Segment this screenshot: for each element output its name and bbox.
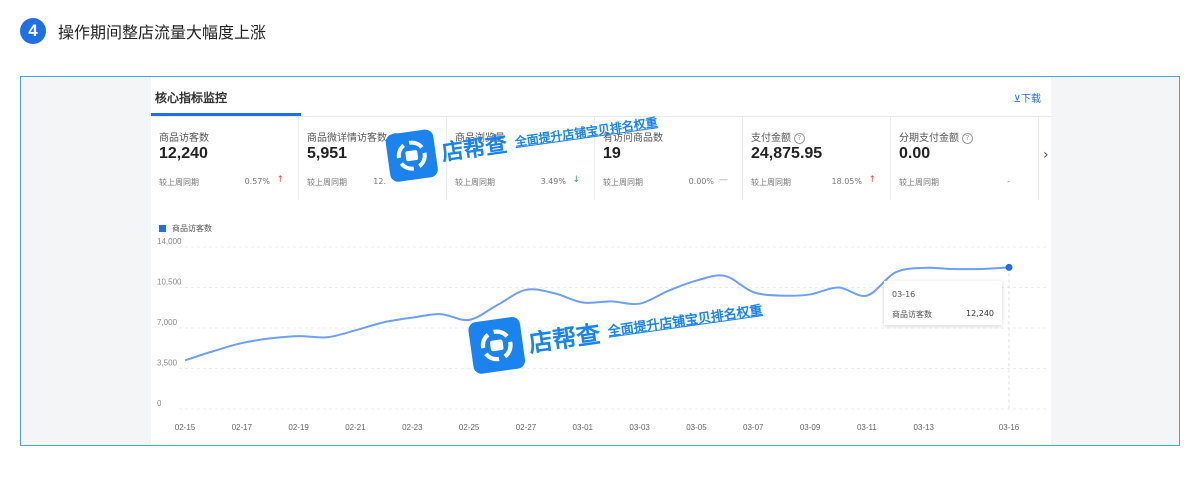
metric-change: 0.57% — [244, 177, 270, 186]
metric-compare-label: 较上周同期 — [603, 178, 643, 187]
y-tick-label: 14,000 — [157, 237, 182, 246]
y-tick-label: 10,500 — [157, 278, 182, 287]
chevron-right-icon[interactable]: › — [1043, 147, 1049, 163]
chart-legend[interactable]: 商品访客数 — [159, 223, 212, 234]
watermark-slogan: 全面提升店铺宝贝排名权重 — [606, 302, 764, 340]
x-tick-label: 02-15 — [175, 423, 196, 432]
trend-up-icon: ↑ — [868, 175, 876, 185]
x-tick-label: 03-03 — [629, 423, 650, 432]
legend-label: 商品访客数 — [172, 224, 212, 233]
help-icon[interactable]: ? — [794, 132, 805, 144]
metric-label: 商品访客数 — [159, 133, 209, 144]
screenshot-frame: 核心指标监控 ⊻下载 商品访客数 12,240 较上周同期 0.57% ↑ 商品… — [20, 76, 1180, 446]
metric-compare-label: 较上周同期 — [159, 178, 199, 187]
logo-emblem-icon — [480, 329, 513, 362]
help-icon[interactable]: ? — [962, 132, 973, 144]
metric-change: 18.05% — [831, 177, 862, 186]
download-button[interactable]: ⊻下载 — [1014, 90, 1041, 105]
y-tick-label: 3,500 — [157, 359, 178, 368]
data-point-highlight[interactable] — [1005, 263, 1013, 271]
step-number-badge: 4 — [20, 18, 46, 44]
metric-value: 12,240 — [159, 145, 208, 162]
metric-value: 24,875.95 — [751, 145, 823, 162]
x-tick-label: 02-17 — [232, 423, 253, 432]
metric-change: 0.00% — [688, 177, 714, 186]
x-tick-label: 02-19 — [288, 423, 309, 432]
watermark-name: 店帮查 — [440, 132, 509, 167]
metric-value: 5,951 — [307, 145, 348, 162]
trend-up-icon: ↑ — [276, 175, 284, 185]
metric-compare-label: 较上周同期 — [307, 178, 347, 187]
chart-tooltip: 03-16 商品访客数 12,240 — [884, 281, 1002, 325]
x-tick-label: 03-05 — [686, 423, 707, 432]
y-tick-label: 0 — [157, 399, 162, 408]
logo-emblem-icon — [396, 140, 427, 171]
metric-change: - — [1007, 177, 1010, 186]
x-tick-label: 02-25 — [459, 423, 480, 432]
tooltip-value: 12,240 — [966, 309, 994, 318]
metric-compare-label: 较上周同期 — [751, 178, 791, 187]
watermark-logo-icon — [384, 128, 439, 183]
x-tick-label: 02-21 — [345, 423, 366, 432]
x-tick-label: 02-27 — [516, 423, 537, 432]
metric-label: 支付金额? — [751, 129, 805, 144]
metric-change: 12. — [373, 177, 386, 186]
panel-title: 核心指标监控 — [155, 91, 228, 105]
x-tick-label: 03-11 — [857, 423, 877, 432]
metric-value: 0.00 — [899, 145, 931, 162]
legend-swatch — [159, 225, 166, 232]
metric-change: 3.49% — [540, 177, 566, 186]
x-tick-label: 03-13 — [914, 423, 935, 432]
step-title: 操作期间整店流量大幅度上涨 — [58, 23, 267, 42]
metric-compare-label: 较上周同期 — [455, 178, 495, 187]
watermark-slogan: 全面提升店铺宝贝排名权重 — [513, 114, 659, 149]
x-tick-label: 03-01 — [573, 423, 594, 432]
tooltip-series-name: 商品访客数 — [892, 310, 932, 319]
x-tick-label: 02-23 — [402, 423, 423, 432]
trend-flat-icon: — — [719, 175, 728, 185]
watermark-logo-icon — [467, 316, 527, 375]
x-tick-label: 03-16 — [999, 423, 1020, 432]
x-tick-label: 03-07 — [743, 423, 764, 432]
metric-label: 分期支付金额? — [899, 129, 973, 144]
watermark-name: 店帮查 — [526, 319, 603, 358]
trend-down-icon: ↓ — [572, 175, 580, 185]
metric-compare-label: 较上周同期 — [899, 178, 939, 187]
metric-card-installment-amount[interactable]: 分期支付金额? 0.00 较上周同期 - — [891, 117, 1039, 200]
y-tick-label: 7,000 — [157, 318, 178, 327]
metric-card-visitors[interactable]: 商品访客数 12,240 较上周同期 0.57% ↑ — [151, 117, 299, 200]
metric-card-payment-amount[interactable]: 支付金额? 24,875.95 较上周同期 18.05% ↑ — [743, 117, 891, 200]
step-header: 4 操作期间整店流量大幅度上涨 — [20, 18, 266, 44]
tooltip-date: 03-16 — [892, 290, 916, 299]
x-tick-label: 03-09 — [800, 423, 821, 432]
